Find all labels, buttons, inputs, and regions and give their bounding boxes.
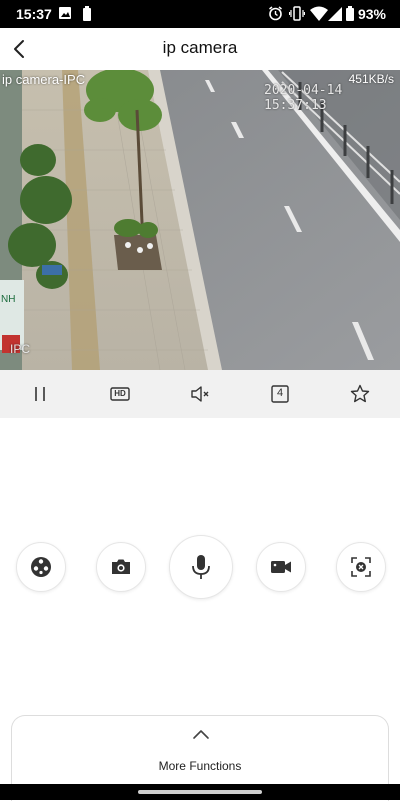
zoom-frame-icon — [351, 557, 371, 577]
status-time: 15:37 — [16, 6, 52, 22]
chevron-up-icon — [193, 730, 209, 739]
battery-saver-icon — [83, 6, 91, 26]
home-indicator[interactable] — [138, 790, 262, 794]
battery-percent: 93% — [357, 6, 386, 22]
pan-tilt-button[interactable] — [16, 542, 66, 592]
live-video-view[interactable]: NH ip camera-IPC 451KB/s 2020-04-14 15:3… — [0, 70, 400, 370]
app-header: ip camera — [0, 28, 400, 70]
svg-text:NH: NH — [1, 294, 15, 305]
battery-icon — [346, 6, 354, 26]
timestamp-overlay: 2020-04-14 15:37:13 — [264, 83, 343, 113]
hd-quality-button[interactable]: HD — [108, 382, 132, 406]
zoom-button[interactable] — [336, 542, 386, 592]
split-screen-label: 4 — [276, 387, 284, 399]
speaker-muted-icon — [191, 386, 209, 402]
pause-button[interactable] — [28, 382, 52, 406]
alarm-icon — [268, 6, 283, 26]
ipc-watermark: IPC — [10, 342, 31, 356]
camera-name-overlay: ip camera-IPC — [2, 72, 86, 87]
vibrate-icon — [288, 6, 306, 26]
mute-button[interactable] — [188, 382, 212, 406]
snapshot-button[interactable] — [96, 542, 146, 592]
playback-control-bar: HD 4 — [0, 370, 400, 418]
status-bar: 15:37 93% — [0, 0, 400, 28]
ptz-icon — [31, 557, 51, 577]
record-button[interactable] — [256, 542, 306, 592]
star-icon — [350, 384, 370, 403]
microphone-icon — [192, 555, 210, 579]
pause-icon — [35, 387, 45, 401]
hd-label: HD — [114, 389, 126, 398]
talk-button[interactable] — [169, 535, 233, 599]
video-camera-icon — [271, 561, 291, 573]
signal-icon — [328, 6, 342, 26]
more-functions-label: More Functions — [158, 759, 242, 773]
favorite-button[interactable] — [348, 382, 372, 406]
camera-icon — [112, 559, 130, 574]
wifi-icon — [310, 6, 328, 26]
image-icon — [58, 6, 72, 25]
split-screen-button[interactable]: 4 — [268, 382, 292, 406]
camera-frame-image: NH — [0, 70, 400, 370]
page-title: ip camera — [162, 38, 238, 57]
